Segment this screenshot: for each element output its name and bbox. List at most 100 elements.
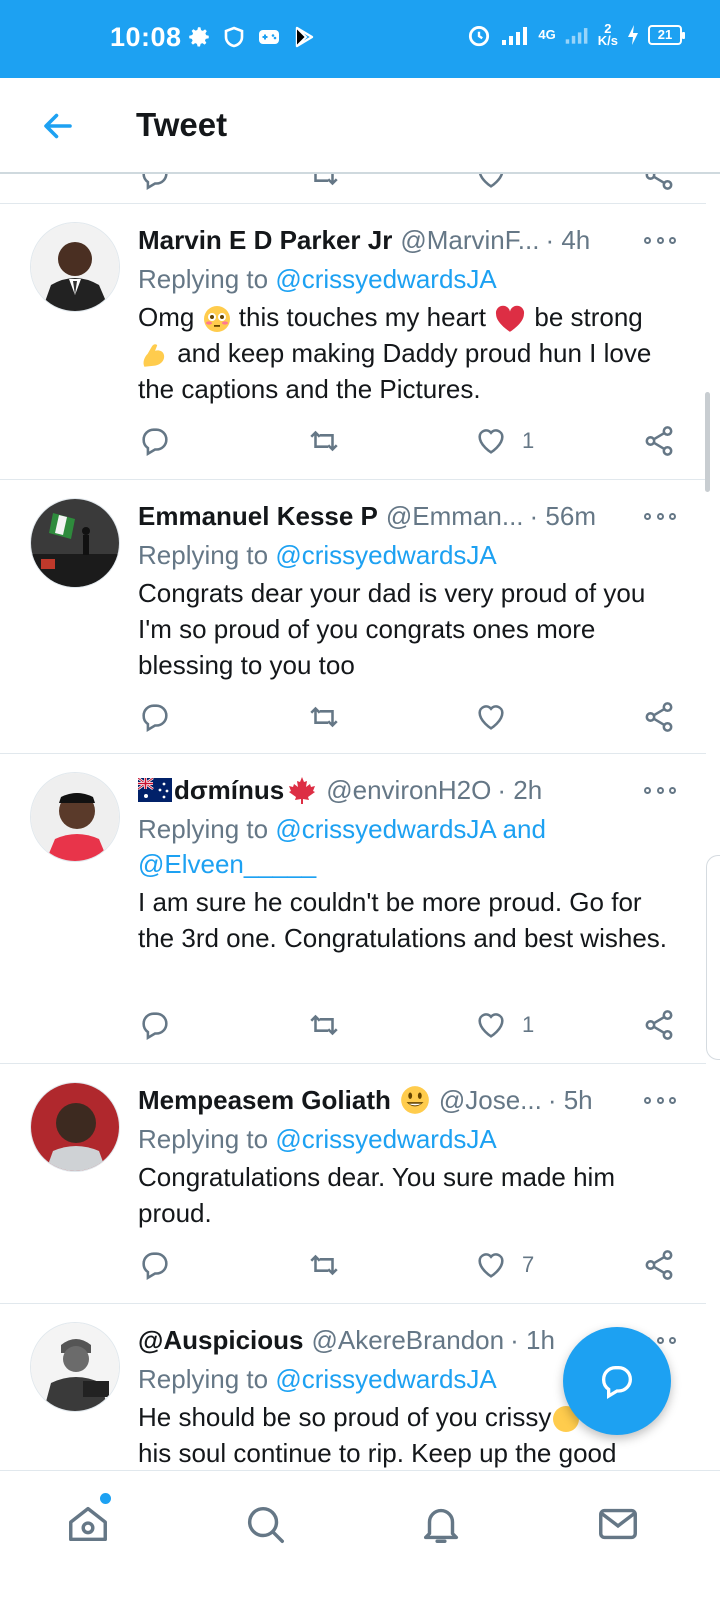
user-handle[interactable]: @Jose...	[439, 1085, 542, 1116]
display-name[interactable]: Mempeasem Goliath	[138, 1085, 391, 1116]
avatar[interactable]	[30, 772, 120, 862]
mail-icon	[599, 1508, 637, 1540]
retweet-button[interactable]	[306, 424, 342, 458]
mention-link[interactable]: @crissyedwardsJA	[275, 540, 496, 570]
user-handle[interactable]: @MarvinF...	[400, 225, 539, 256]
scrollbar-thumb[interactable]	[705, 392, 710, 492]
replies-feed: Marvin E D Parker Jr @MarvinF... · 4h Re…	[0, 204, 706, 1484]
tweet-text-part: his soul continue to rip. Keep up the go…	[138, 1438, 617, 1468]
app-header: Tweet	[0, 78, 720, 174]
tweet[interactable]: Emmanuel Kesse P @Emman... · 56m Replyin…	[0, 480, 706, 754]
play-store-icon	[295, 26, 314, 48]
tweet-text-part: and keep making Daddy proud hun I love t…	[138, 338, 652, 405]
shield-icon	[224, 26, 244, 48]
user-handle[interactable]: @environH2O	[326, 775, 491, 806]
avatar[interactable]	[30, 222, 120, 312]
share-button[interactable]	[642, 424, 676, 458]
retweet-button[interactable]	[306, 1248, 342, 1282]
nav-notifications[interactable]	[416, 1499, 466, 1549]
replying-prefix: Replying to	[138, 540, 276, 570]
like-button[interactable]: 7	[474, 1248, 534, 1282]
share-icon	[645, 426, 673, 456]
like-button[interactable]: 1	[474, 424, 534, 458]
avatar-image	[31, 773, 119, 861]
share-icon[interactable]	[642, 174, 676, 192]
share-icon	[645, 702, 673, 732]
compose-reply-button[interactable]	[563, 1327, 671, 1435]
more-options-button[interactable]	[644, 1090, 676, 1110]
more-options-button[interactable]	[644, 506, 676, 526]
share-button[interactable]	[642, 700, 676, 734]
like-button[interactable]	[474, 700, 508, 734]
replying-to: Replying to @crissyedwardsJA	[138, 262, 676, 297]
retweet-button[interactable]	[306, 1008, 342, 1042]
replying-to: Replying to @crissyedwardsJA and @Elveen…	[138, 812, 676, 882]
nav-home[interactable]	[63, 1493, 113, 1549]
avatar[interactable]	[30, 1082, 120, 1172]
tweet-text: Congratulations dear. You sure made him …	[138, 1162, 615, 1228]
nav-messages[interactable]	[593, 1499, 643, 1549]
more-options-button[interactable]	[644, 230, 676, 250]
bottom-navigation	[0, 1470, 720, 1600]
red-heart-emoji-icon	[496, 305, 525, 332]
nav-search[interactable]	[240, 1499, 290, 1549]
heart-icon	[478, 1013, 504, 1038]
tweet-body: Mempeasem Goliath @Jose... · 5h Replying…	[138, 1082, 676, 1231]
display-name[interactable]: @Auspicious	[138, 1325, 303, 1356]
charging-icon	[628, 25, 638, 45]
heart-icon[interactable]	[474, 174, 508, 192]
replying-prefix: Replying to	[138, 814, 276, 844]
like-button[interactable]: 1	[474, 1008, 534, 1042]
mention-link[interactable]: @crissyedwardsJA	[275, 1124, 496, 1154]
tweet[interactable]: Marvin E D Parker Jr @MarvinF... · 4h Re…	[0, 204, 706, 480]
display-name[interactable]: Emmanuel Kesse P	[138, 501, 378, 532]
share-button[interactable]	[642, 1248, 676, 1282]
compose-reply-icon	[602, 1366, 632, 1399]
share-button[interactable]	[642, 1008, 676, 1042]
timestamp: · 56m	[529, 500, 597, 531]
notification-dot	[100, 1493, 111, 1504]
display-name[interactable]: dσmínus	[174, 775, 284, 806]
tweet-header: Mempeasem Goliath @Jose... · 5h	[138, 1082, 676, 1118]
australia-flag-emoji-icon	[138, 778, 172, 802]
heart-icon	[478, 429, 504, 454]
mention-link[interactable]: @crissyedwardsJA	[275, 264, 496, 294]
reply-icon[interactable]	[138, 174, 172, 192]
avatar[interactable]	[30, 1322, 120, 1412]
avatar-image	[31, 499, 119, 587]
tweet-body: Marvin E D Parker Jr @MarvinF... · 4h Re…	[138, 222, 676, 407]
tweet-text: Congrats dear your dad is very proud of …	[138, 578, 646, 680]
edge-panel-handle[interactable]	[706, 855, 720, 1060]
net-speed: 2 K/s	[598, 22, 618, 47]
replying-to: Replying to @crissyedwardsJA	[138, 1122, 676, 1157]
retweet-icon[interactable]	[306, 174, 342, 192]
retweet-icon	[310, 706, 338, 728]
user-handle[interactable]: @Emman...	[386, 501, 524, 532]
reply-button[interactable]	[138, 1248, 172, 1282]
previous-tweet-actions	[0, 174, 706, 204]
reply-icon	[142, 428, 168, 457]
replying-prefix: Replying to	[138, 1124, 276, 1154]
tweet[interactable]: Mempeasem Goliath @Jose... · 5h Replying…	[0, 1064, 706, 1304]
maple-leaf-emoji-icon	[289, 777, 316, 804]
battery-indicator: 21	[648, 25, 685, 45]
tweet-text: Omg this touches my heart be strong and …	[138, 299, 676, 407]
alarm-icon	[469, 26, 490, 47]
display-name[interactable]: Marvin E D Parker Jr	[138, 225, 392, 256]
mention-link[interactable]: @crissyedwardsJA	[275, 1364, 496, 1394]
network-type: 4G	[538, 27, 556, 42]
tweet-text: I am sure he couldn't be more proud. Go …	[138, 887, 668, 953]
tweet-actions: 1	[138, 424, 676, 464]
back-button[interactable]	[36, 104, 80, 148]
user-handle[interactable]: @AkereBrandon	[311, 1325, 504, 1356]
signal-2-icon	[565, 28, 588, 44]
timestamp: · 4h	[545, 224, 591, 255]
more-options-button[interactable]	[644, 780, 676, 800]
tweet[interactable]: dσmínus @environH2O · 2h Replying to @cr…	[0, 754, 706, 1064]
reply-button[interactable]	[138, 424, 172, 458]
retweet-button[interactable]	[306, 700, 342, 734]
reply-button[interactable]	[138, 1008, 172, 1042]
avatar[interactable]	[30, 498, 120, 588]
retweet-icon	[310, 430, 338, 452]
reply-button[interactable]	[138, 700, 172, 734]
